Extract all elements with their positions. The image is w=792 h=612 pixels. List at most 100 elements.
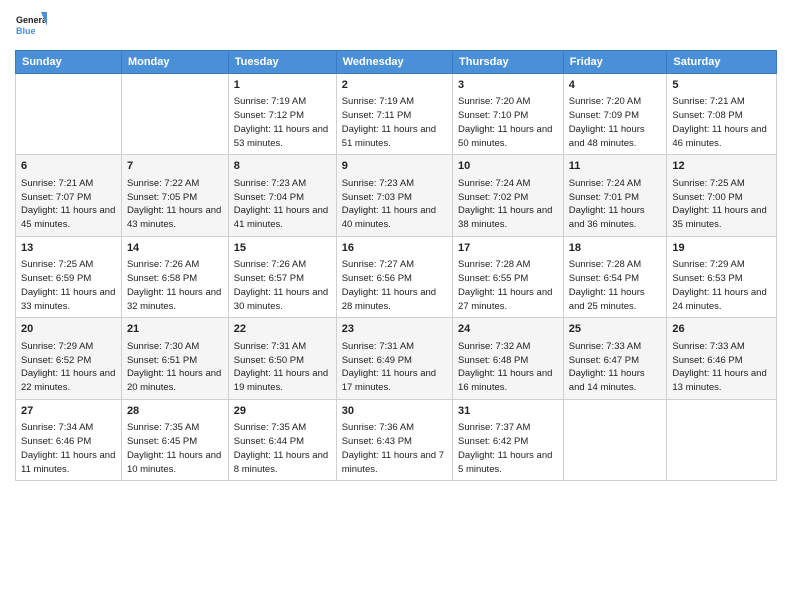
calendar-cell: 30 Sunrise: 7:36 AM Sunset: 6:43 PM Dayli… [336, 399, 452, 480]
day-number: 4 [569, 78, 662, 93]
day-info: Sunrise: 7:24 AM Sunset: 7:01 PM Dayligh… [569, 177, 662, 232]
calendar-cell: 3 Sunrise: 7:20 AM Sunset: 7:10 PM Daylig… [453, 74, 564, 155]
day-number: 15 [234, 241, 331, 256]
day-number: 19 [672, 241, 771, 256]
day-number: 26 [672, 322, 771, 337]
logo-icon: General Blue [15, 10, 47, 42]
col-header-monday: Monday [121, 51, 228, 74]
calendar-cell: 19 Sunrise: 7:29 AM Sunset: 6:53 PM Dayli… [667, 236, 777, 317]
calendar-cell: 27Sunrise: 7:34 AM Sunset: 6:46 PM Dayli… [16, 399, 122, 480]
day-number: 5 [672, 78, 771, 93]
day-number: 20 [21, 322, 116, 337]
day-info: Sunrise: 7:21 AM Sunset: 7:08 PM Dayligh… [672, 95, 771, 150]
calendar-cell: 7 Sunrise: 7:22 AM Sunset: 7:05 PM Daylig… [121, 155, 228, 236]
calendar-cell: 8 Sunrise: 7:23 AM Sunset: 7:04 PM Daylig… [228, 155, 336, 236]
calendar-cell: 21Sunrise: 7:30 AM Sunset: 6:51 PM Dayli… [121, 318, 228, 399]
calendar-cell: 31 Sunrise: 7:37 AM Sunset: 6:42 PM Dayli… [453, 399, 564, 480]
week-row-3: 20 Sunrise: 7:29 AM Sunset: 6:52 PM Dayli… [16, 318, 777, 399]
calendar-cell: 9 Sunrise: 7:23 AM Sunset: 7:03 PM Daylig… [336, 155, 452, 236]
col-header-thursday: Thursday [453, 51, 564, 74]
day-number: 22 [234, 322, 331, 337]
day-number: 2 [342, 78, 447, 93]
day-info: Sunrise: 7:19 AM Sunset: 7:12 PM Dayligh… [234, 95, 331, 150]
col-header-tuesday: Tuesday [228, 51, 336, 74]
calendar-cell: 10Sunrise: 7:24 AM Sunset: 7:02 PM Dayli… [453, 155, 564, 236]
calendar-cell: 11 Sunrise: 7:24 AM Sunset: 7:01 PM Dayli… [563, 155, 667, 236]
day-number: 30 [342, 404, 447, 419]
header: General Blue [15, 10, 777, 42]
day-info: Sunrise: 7:23 AM Sunset: 7:04 PM Dayligh… [234, 177, 331, 232]
calendar-cell [121, 74, 228, 155]
calendar-cell: 1 Sunrise: 7:19 AM Sunset: 7:12 PM Daylig… [228, 74, 336, 155]
day-info: Sunrise: 7:35 AM Sunset: 6:45 PM Dayligh… [127, 421, 223, 476]
day-info: Sunrise: 7:22 AM Sunset: 7:05 PM Dayligh… [127, 177, 223, 232]
day-number: 16 [342, 241, 447, 256]
svg-text:General: General [16, 15, 47, 25]
calendar-cell: 24Sunrise: 7:32 AM Sunset: 6:48 PM Dayli… [453, 318, 564, 399]
day-info: Sunrise: 7:26 AM Sunset: 6:57 PM Dayligh… [234, 258, 331, 313]
day-number: 13 [21, 241, 116, 256]
day-number: 21 [127, 322, 223, 337]
calendar-cell: 14Sunrise: 7:26 AM Sunset: 6:58 PM Dayli… [121, 236, 228, 317]
day-info: Sunrise: 7:23 AM Sunset: 7:03 PM Dayligh… [342, 177, 447, 232]
day-info: Sunrise: 7:21 AM Sunset: 7:07 PM Dayligh… [21, 177, 116, 232]
calendar-cell: 23 Sunrise: 7:31 AM Sunset: 6:49 PM Dayli… [336, 318, 452, 399]
week-row-2: 13 Sunrise: 7:25 AM Sunset: 6:59 PM Dayli… [16, 236, 777, 317]
calendar-cell: 6 Sunrise: 7:21 AM Sunset: 7:07 PM Daylig… [16, 155, 122, 236]
day-info: Sunrise: 7:37 AM Sunset: 6:42 PM Dayligh… [458, 421, 558, 476]
page: General Blue SundayMondayTuesdayWednesda… [0, 0, 792, 612]
calendar-cell: 29 Sunrise: 7:35 AM Sunset: 6:44 PM Dayli… [228, 399, 336, 480]
calendar-cell: 22Sunrise: 7:31 AM Sunset: 6:50 PM Dayli… [228, 318, 336, 399]
day-number: 12 [672, 159, 771, 174]
day-info: Sunrise: 7:31 AM Sunset: 6:49 PM Dayligh… [342, 340, 447, 395]
calendar-cell: 5 Sunrise: 7:21 AM Sunset: 7:08 PM Daylig… [667, 74, 777, 155]
day-info: Sunrise: 7:36 AM Sunset: 6:43 PM Dayligh… [342, 421, 447, 476]
day-number: 11 [569, 159, 662, 174]
day-info: Sunrise: 7:29 AM Sunset: 6:53 PM Dayligh… [672, 258, 771, 313]
day-number: 3 [458, 78, 558, 93]
day-info: Sunrise: 7:35 AM Sunset: 6:44 PM Dayligh… [234, 421, 331, 476]
day-number: 9 [342, 159, 447, 174]
calendar-cell: 17Sunrise: 7:28 AM Sunset: 6:55 PM Dayli… [453, 236, 564, 317]
col-header-saturday: Saturday [667, 51, 777, 74]
logo: General Blue [15, 10, 47, 42]
calendar-cell: 15 Sunrise: 7:26 AM Sunset: 6:57 PM Dayli… [228, 236, 336, 317]
calendar-cell: 12 Sunrise: 7:25 AM Sunset: 7:00 PM Dayli… [667, 155, 777, 236]
calendar-cell [667, 399, 777, 480]
day-info: Sunrise: 7:20 AM Sunset: 7:10 PM Dayligh… [458, 95, 558, 150]
day-number: 23 [342, 322, 447, 337]
week-row-4: 27Sunrise: 7:34 AM Sunset: 6:46 PM Dayli… [16, 399, 777, 480]
day-number: 24 [458, 322, 558, 337]
calendar-cell: 16 Sunrise: 7:27 AM Sunset: 6:56 PM Dayli… [336, 236, 452, 317]
day-info: Sunrise: 7:24 AM Sunset: 7:02 PM Dayligh… [458, 177, 558, 232]
calendar-cell: 4 Sunrise: 7:20 AM Sunset: 7:09 PM Daylig… [563, 74, 667, 155]
calendar-cell [16, 74, 122, 155]
calendar-cell [563, 399, 667, 480]
day-info: Sunrise: 7:33 AM Sunset: 6:47 PM Dayligh… [569, 340, 662, 395]
day-number: 8 [234, 159, 331, 174]
day-number: 6 [21, 159, 116, 174]
day-info: Sunrise: 7:19 AM Sunset: 7:11 PM Dayligh… [342, 95, 447, 150]
calendar-table: SundayMondayTuesdayWednesdayThursdayFrid… [15, 50, 777, 481]
day-info: Sunrise: 7:29 AM Sunset: 6:52 PM Dayligh… [21, 340, 116, 395]
day-info: Sunrise: 7:20 AM Sunset: 7:09 PM Dayligh… [569, 95, 662, 150]
col-header-friday: Friday [563, 51, 667, 74]
day-number: 7 [127, 159, 223, 174]
day-info: Sunrise: 7:26 AM Sunset: 6:58 PM Dayligh… [127, 258, 223, 313]
day-info: Sunrise: 7:27 AM Sunset: 6:56 PM Dayligh… [342, 258, 447, 313]
day-info: Sunrise: 7:28 AM Sunset: 6:55 PM Dayligh… [458, 258, 558, 313]
day-info: Sunrise: 7:25 AM Sunset: 6:59 PM Dayligh… [21, 258, 116, 313]
day-number: 31 [458, 404, 558, 419]
day-number: 1 [234, 78, 331, 93]
day-number: 25 [569, 322, 662, 337]
day-number: 27 [21, 404, 116, 419]
week-row-1: 6 Sunrise: 7:21 AM Sunset: 7:07 PM Daylig… [16, 155, 777, 236]
day-info: Sunrise: 7:25 AM Sunset: 7:00 PM Dayligh… [672, 177, 771, 232]
day-number: 28 [127, 404, 223, 419]
day-number: 18 [569, 241, 662, 256]
calendar-cell: 20 Sunrise: 7:29 AM Sunset: 6:52 PM Dayli… [16, 318, 122, 399]
calendar-cell: 25 Sunrise: 7:33 AM Sunset: 6:47 PM Dayli… [563, 318, 667, 399]
svg-text:Blue: Blue [16, 26, 36, 36]
day-number: 29 [234, 404, 331, 419]
col-header-wednesday: Wednesday [336, 51, 452, 74]
